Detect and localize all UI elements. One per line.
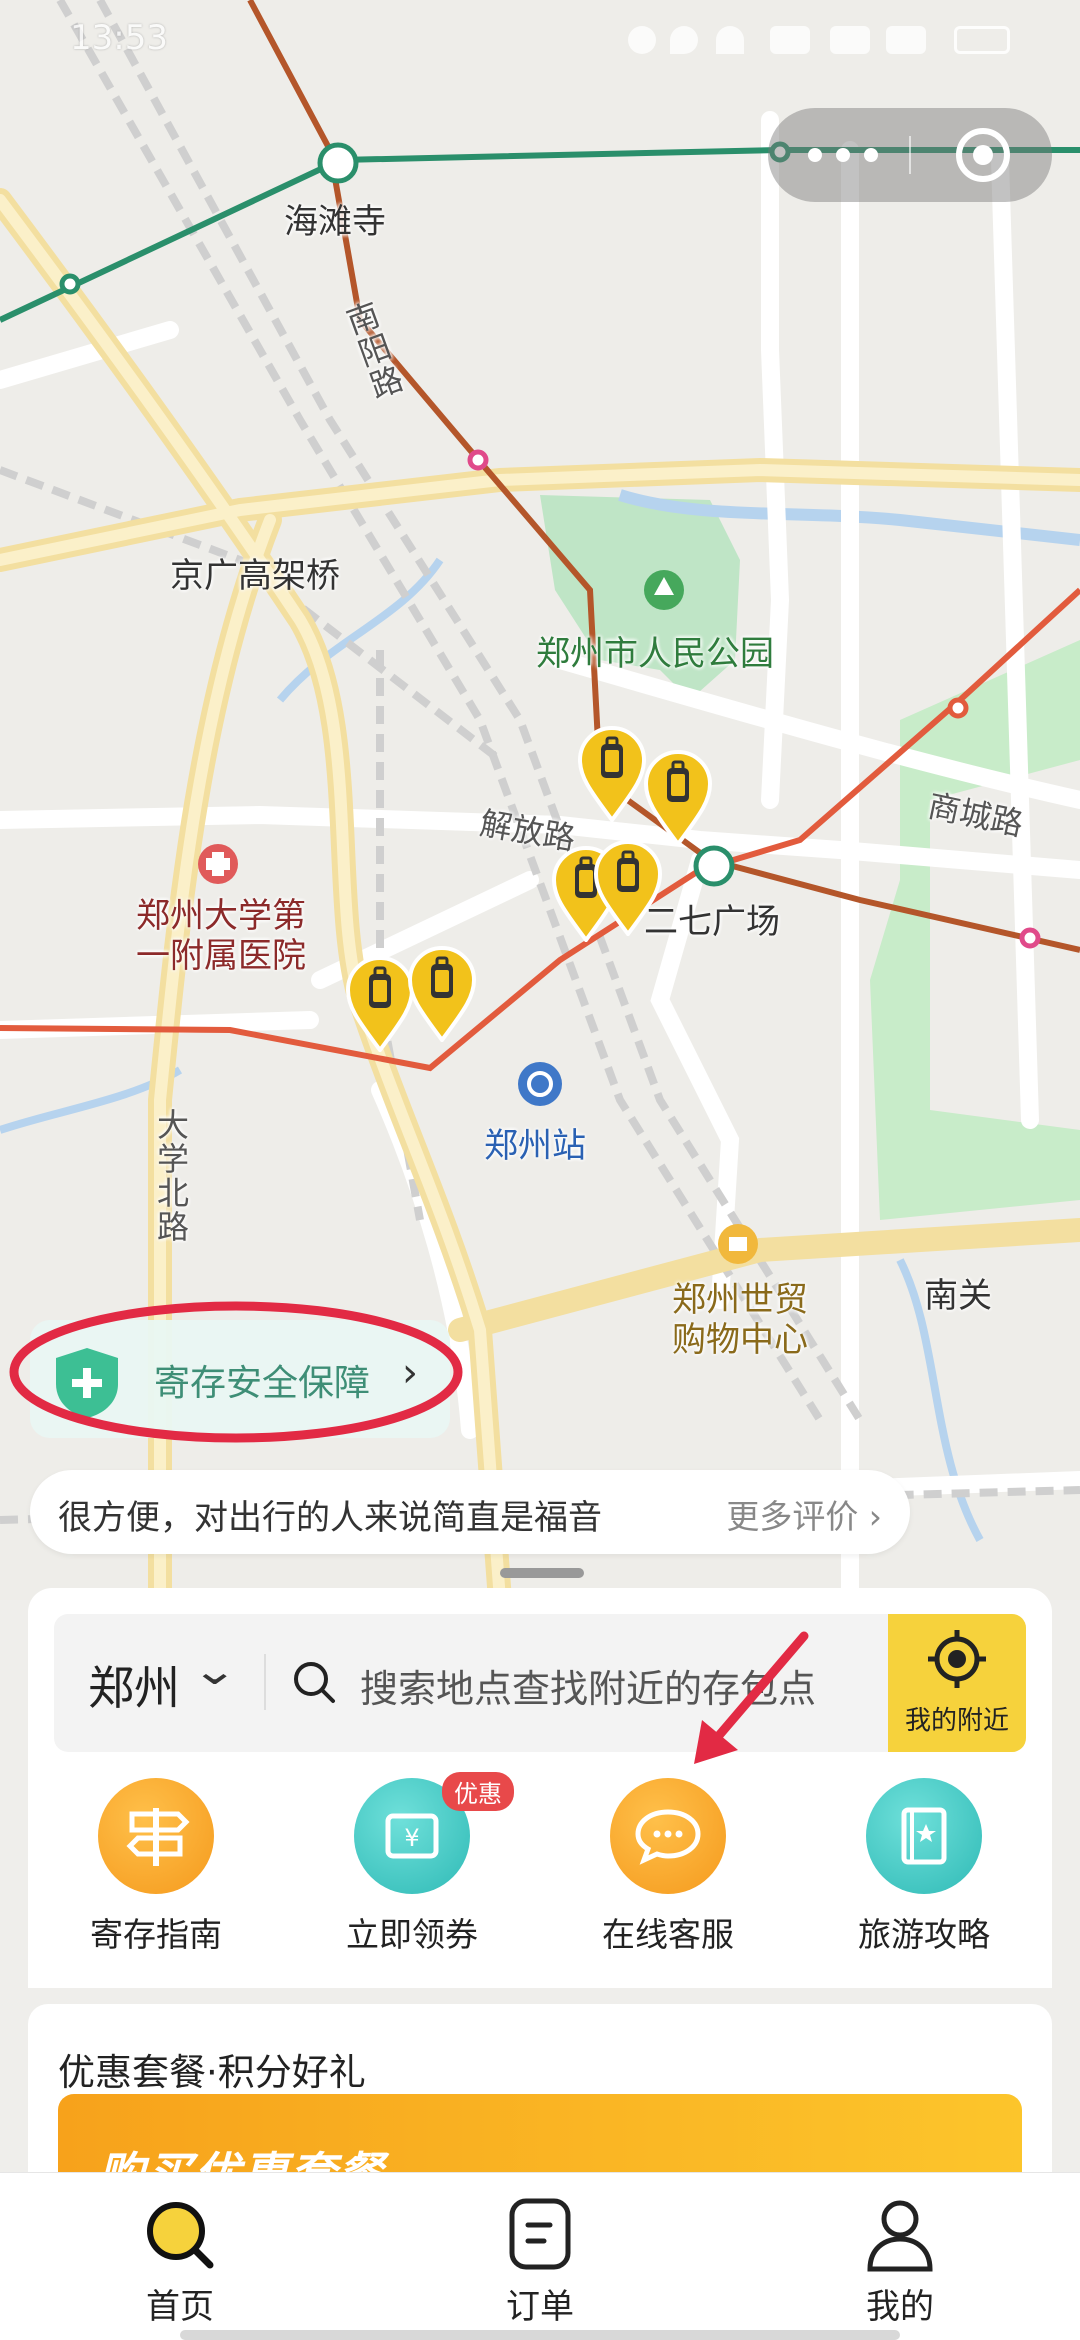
search-divider — [264, 1654, 266, 1710]
locate-icon — [928, 1630, 986, 1688]
review-text: 很方便，对出行的人来说简直是福音 — [58, 1498, 602, 1538]
nearby-button[interactable]: 我的附近 — [888, 1614, 1026, 1752]
nearby-label: 我的附近 — [904, 1706, 1009, 1736]
map-label-zhengzhou-station[interactable]: 郑州站 — [484, 1118, 586, 1167]
annotation-ellipse — [9, 1301, 463, 1443]
map-label-daxue-north-road: 大学北路 — [152, 1108, 190, 1244]
service-label: 立即领券 — [346, 1915, 478, 1954]
more-reviews-link[interactable]: 更多评价 › — [726, 1490, 882, 1538]
search-icon — [294, 1662, 335, 1703]
chevron-down-icon[interactable]: ⌄ — [191, 1648, 238, 1694]
tab-home[interactable]: 首页 — [80, 2195, 280, 2327]
locker-pin-6[interactable] — [408, 946, 476, 1042]
service-travel-guide[interactable]: 旅游攻略 — [814, 1778, 1034, 1958]
map-label-nanguan: 南关 — [924, 1276, 992, 1316]
wifi-icon — [716, 26, 744, 54]
annotation-arrow — [694, 1631, 809, 1764]
close-mini-program-icon[interactable] — [956, 128, 1010, 182]
alarm-icon — [628, 26, 656, 54]
tab-label: 首页 — [146, 2287, 214, 2327]
service-online-support[interactable]: 在线客服 — [558, 1778, 778, 1958]
tab-label: 我的 — [866, 2287, 934, 2327]
chat-icon — [610, 1778, 726, 1894]
map-label-world-trade[interactable]: 郑州世贸购物中心 — [660, 1280, 820, 1360]
signal2-icon — [886, 26, 926, 54]
promo-title: 优惠套餐·积分好礼 — [58, 2051, 366, 2094]
home-search-icon — [147, 2202, 214, 2269]
signpost-icon — [98, 1778, 214, 1894]
city-selector[interactable]: 郑州 — [88, 1652, 180, 1718]
tab-profile[interactable]: 我的 — [800, 2195, 1000, 2327]
tab-label: 订单 — [506, 2287, 574, 2327]
map-label-peoples-park[interactable]: 郑州市人民公园 — [536, 626, 774, 675]
profile-icon — [867, 2200, 933, 2272]
service-storage-guide[interactable]: 寄存指南 — [46, 1778, 266, 1958]
locker-pin-1[interactable] — [578, 726, 646, 822]
home-indicator — [180, 2330, 900, 2340]
service-label: 寄存指南 — [90, 1915, 222, 1954]
locker-pin-4[interactable] — [594, 840, 662, 936]
map-label-jingguang-bridge[interactable]: 京广高架桥 — [170, 548, 340, 597]
service-coupon[interactable]: ¥ 优惠 立即领券 — [302, 1772, 522, 1958]
tab-bar: 首页 订单 我的 — [0, 2172, 1080, 2340]
status-time: 13:53 — [70, 18, 168, 58]
coupon-badge: 优惠 — [442, 1772, 514, 1811]
status-bar: 13:53 — [0, 0, 1080, 80]
service-label: 在线客服 — [602, 1915, 734, 1954]
locker-pin-2[interactable] — [644, 750, 712, 846]
tab-orders[interactable]: 订单 — [440, 2195, 640, 2327]
search-bar[interactable]: 郑州 ⌄ 搜索地点查找附近的存包点 我的附近 — [54, 1614, 1026, 1752]
battery-icon — [954, 26, 1010, 54]
service-label: 旅游攻略 — [858, 1915, 990, 1954]
capsule-divider — [909, 136, 911, 174]
svg-text:¥: ¥ — [404, 1824, 419, 1852]
location-icon — [670, 26, 698, 54]
map-label-haitansi[interactable]: 海滩寺 — [284, 194, 386, 243]
locker-pin-5[interactable] — [346, 956, 414, 1052]
mini-program-capsule — [768, 108, 1052, 202]
more-icon[interactable] — [808, 138, 908, 172]
map-label-hospital[interactable]: 郑州大学第一附属医院 — [126, 896, 316, 976]
review-ticker[interactable]: 很方便，对出行的人来说简直是福音 更多评价 › — [30, 1470, 910, 1554]
orders-icon — [509, 2198, 571, 2270]
drag-handle[interactable] — [500, 1568, 584, 1578]
hd-icon — [770, 26, 810, 54]
signal-icon — [830, 26, 870, 54]
map-label-erqi-square[interactable]: 二七广场 — [644, 894, 780, 943]
more-reviews-label: 更多评价 — [726, 1497, 859, 1536]
guidebook-icon — [866, 1778, 982, 1894]
